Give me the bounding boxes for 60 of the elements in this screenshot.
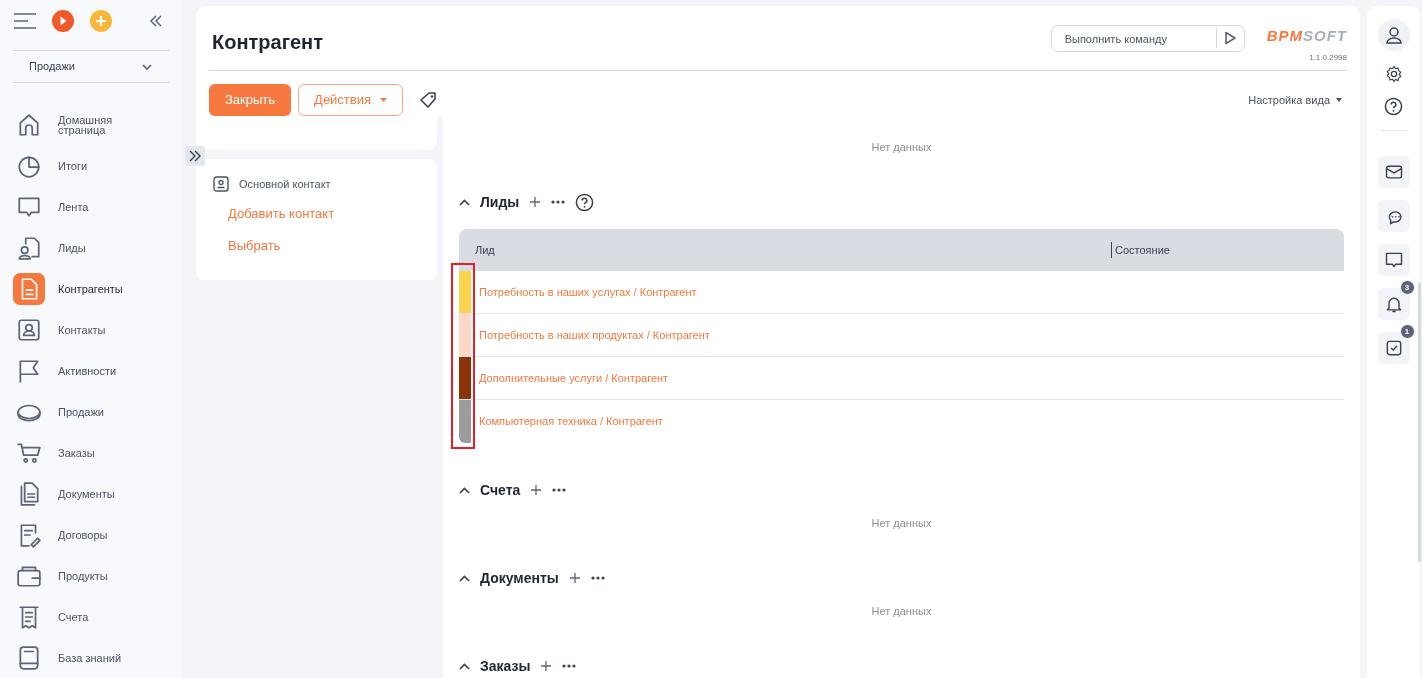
nav-item[interactable]: Домашняя страница	[58, 114, 138, 135]
selected-nav-icon[interactable]	[13, 272, 45, 305]
field-label: Основной контакт	[239, 177, 331, 192]
collapse-caret-icon[interactable]	[459, 486, 470, 494]
bell-icon[interactable]	[1377, 288, 1410, 320]
tag-icon[interactable]	[420, 91, 439, 109]
more-icon[interactable]	[590, 576, 605, 580]
caret-icon	[1336, 98, 1342, 102]
plus-icon[interactable]	[530, 484, 543, 496]
nav-item[interactable]: Контакты	[58, 324, 138, 335]
view-settings-link[interactable]: Настройка вида	[1248, 91, 1342, 109]
collapse-caret-icon[interactable]	[459, 198, 470, 206]
caret-icon	[380, 98, 388, 102]
nav-item[interactable]: Счета	[58, 611, 138, 622]
version-label: 1.1.0.2998	[1309, 53, 1347, 62]
nav-item[interactable]: Документы	[58, 488, 138, 499]
scrollbar[interactable]	[1418, 282, 1421, 562]
section-dropdown[interactable]: Продажи	[13, 50, 169, 83]
empty-state-text: Нет данных	[871, 604, 932, 619]
nav-item[interactable]: Итоги	[58, 160, 138, 171]
column-header: Состояние	[1111, 242, 1170, 258]
plus-icon[interactable]	[529, 196, 542, 208]
help-icon[interactable]	[575, 192, 595, 212]
nav-item[interactable]: Продукты	[58, 570, 138, 581]
page-title: Контрагент	[212, 30, 323, 55]
section-title: Документы	[480, 568, 559, 588]
more-icon[interactable]	[552, 488, 567, 492]
column-header: Лид	[474, 242, 496, 258]
nav-item[interactable]: Лиды	[58, 242, 138, 253]
section-title: Лиды	[480, 192, 520, 212]
collapse-caret-icon[interactable]	[459, 662, 470, 670]
empty-state-text: Нет данных	[871, 516, 932, 531]
profile-icon[interactable]	[1377, 19, 1410, 51]
expand-icon[interactable]	[185, 146, 205, 166]
plus-icon[interactable]	[540, 660, 553, 672]
more-icon[interactable]	[562, 664, 577, 668]
plus-icon[interactable]	[568, 572, 581, 584]
mail-icon[interactable]	[1377, 156, 1410, 188]
message-icon[interactable]	[1377, 244, 1410, 276]
empty-state-text: Нет данных	[871, 140, 932, 155]
contact-card-icon	[213, 176, 229, 193]
help-icon[interactable]	[1384, 97, 1403, 116]
settings-icon[interactable]	[1384, 65, 1403, 83]
task-icon[interactable]	[1377, 332, 1410, 364]
play-icon[interactable]	[51, 9, 75, 33]
section-title: Заказы	[480, 656, 531, 676]
section-title: Счета	[480, 480, 521, 500]
more-icon[interactable]	[551, 200, 566, 204]
chat-icon[interactable]	[1377, 200, 1410, 232]
collapse-icon[interactable]	[149, 14, 163, 28]
nav-item[interactable]: Заказы	[58, 447, 138, 458]
collapse-caret-icon[interactable]	[459, 574, 470, 582]
nav-item[interactable]: База знаний	[58, 652, 138, 663]
nav-item[interactable]: Продажи	[58, 406, 138, 417]
nav-item[interactable]: Контрагенты	[58, 283, 138, 294]
nav-item[interactable]: Договоры	[58, 529, 138, 540]
command-field[interactable]: Выполнить команду	[1050, 25, 1245, 52]
nav-item[interactable]: Лента	[58, 201, 138, 212]
nav-item[interactable]: Активности	[58, 365, 138, 376]
logo: BPMSOFT	[1266, 28, 1347, 44]
